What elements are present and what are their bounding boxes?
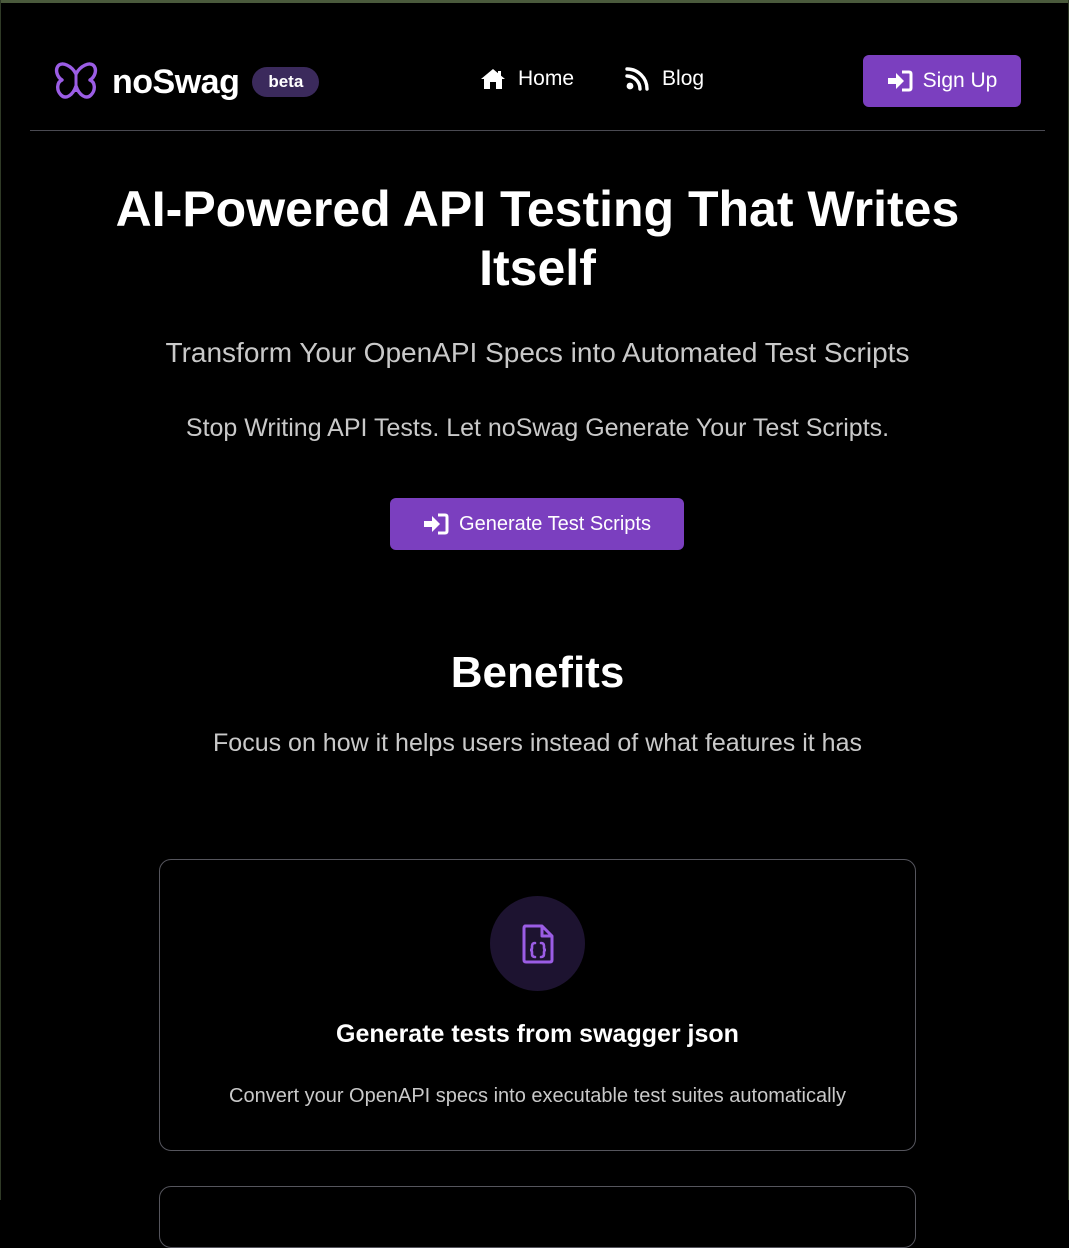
nav-blog-link[interactable]: Blog (624, 66, 704, 92)
hero-tagline: Stop Writing API Tests. Let noSwag Gener… (185, 414, 890, 442)
nav-home-link[interactable]: Home (480, 67, 574, 91)
nav-links: Home Blog (480, 66, 754, 92)
benefit-card-description: Convert your OpenAPI specs into executab… (229, 1085, 846, 1107)
file-code-icon (522, 924, 553, 963)
nav-home-label: Home (518, 67, 575, 90)
benefits-subtitle: Focus on how it helps users instead of w… (213, 729, 862, 757)
benefit-card-title: Generate tests from swagger json (336, 1020, 739, 1048)
benefit-icon-circle (490, 896, 585, 991)
brand[interactable]: noSwag beta (54, 62, 320, 102)
benefit-card: Generate tests from swagger json Convert… (159, 859, 916, 1151)
sign-up-label: Sign Up (922, 69, 998, 92)
sign-in-icon (424, 513, 449, 535)
generate-test-scripts-button[interactable]: Generate Test Scripts (390, 498, 684, 550)
generate-test-scripts-label: Generate Test Scripts (459, 512, 651, 535)
navbar: noSwag beta Home Blog Sign Up (30, 30, 1045, 131)
benefit-card-next (159, 1186, 916, 1248)
nav-blog-label: Blog (662, 67, 705, 90)
butterfly-logo-icon (54, 62, 98, 99)
window-top-border (0, 0, 1069, 3)
hero-title: AI-Powered API Testing That Writes Itsel… (115, 181, 960, 296)
brand-name: noSwag (112, 62, 240, 101)
hero-subtitle: Transform Your OpenAPI Specs into Automa… (165, 337, 910, 368)
beta-badge: beta (252, 67, 320, 97)
window-left-border (0, 0, 1, 1200)
rss-icon (625, 67, 649, 91)
benefits-title: Benefits (450, 648, 625, 697)
home-icon (481, 69, 505, 89)
sign-in-icon (887, 70, 913, 92)
sign-up-button[interactable]: Sign Up (863, 55, 1021, 107)
